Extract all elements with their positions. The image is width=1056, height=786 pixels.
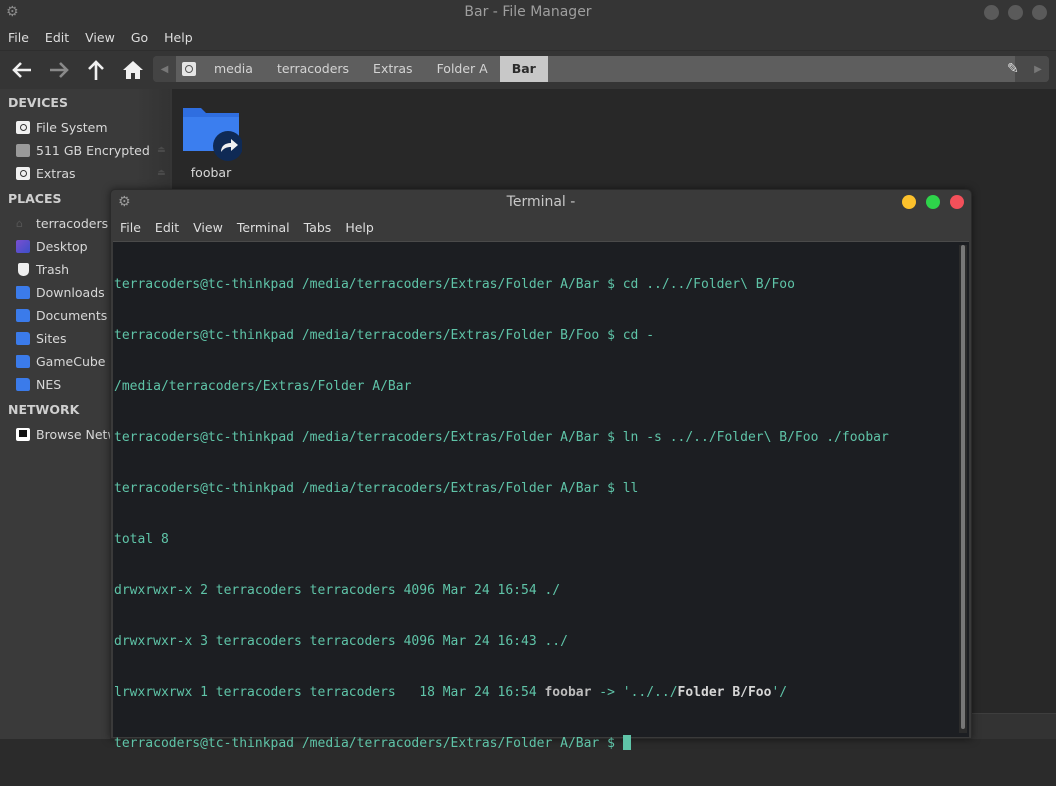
menu-view[interactable]: View: [193, 217, 223, 239]
file-item-foobar[interactable]: [182, 104, 243, 164]
terminal-line: terracoders@tc-thinkpad /media/terracode…: [114, 328, 655, 343]
sidebar-item-terracoders[interactable]: ⌂ terracoders: [16, 213, 108, 233]
terminal-menu-bar: File Edit View Terminal Tabs Help: [111, 217, 388, 239]
text-cursor: [622, 735, 631, 750]
terminal-title: Terminal -: [506, 194, 576, 210]
sidebar-item-extras[interactable]: Extras: [16, 163, 76, 183]
drive-icon: [16, 120, 30, 134]
maximize-button[interactable]: [926, 195, 940, 209]
usb-drive-icon: [16, 166, 30, 180]
terminal-line: terracoders@tc-thinkpad /media/terracode…: [114, 430, 889, 445]
prompt: terracoders@tc-thinkpad /media/terracode…: [114, 736, 623, 751]
forward-button[interactable]: [46, 57, 72, 83]
path-scroll-right-button[interactable]: ▶: [1027, 56, 1049, 82]
terminal-titlebar[interactable]: ⚙ Terminal -: [111, 190, 971, 216]
terminal-line: /media/terracoders/Extras/Folder A/Bar: [114, 379, 412, 394]
status-bar: [972, 713, 1056, 739]
terminal-output[interactable]: terracoders@tc-thinkpad /media/terracode…: [113, 241, 969, 751]
symlink-arrow: -> '../../: [591, 685, 678, 700]
crumb-extras[interactable]: Extras: [361, 56, 425, 82]
menu-go[interactable]: Go: [131, 27, 148, 49]
terminal-line: drwxrwxr-x 3 terracoders terracoders 409…: [114, 634, 568, 649]
close-button[interactable]: [1032, 5, 1047, 20]
path-bar: ◀ media terracoders Extras Folder A Bar …: [153, 56, 1049, 82]
network-icon: [16, 427, 30, 441]
terminal-window: ⚙ Terminal - File Edit View Terminal Tab…: [110, 189, 972, 751]
up-button[interactable]: [83, 57, 109, 83]
home-button[interactable]: [120, 57, 146, 83]
menu-edit[interactable]: Edit: [155, 217, 179, 239]
sidebar-item-file-system[interactable]: File System: [16, 117, 108, 137]
arrow-left-icon: [12, 62, 31, 78]
places-heading: PLACES: [8, 191, 62, 206]
trash-icon: [18, 262, 29, 276]
menu-help[interactable]: Help: [345, 217, 374, 239]
folder-icon: [16, 377, 30, 391]
symlink-target: Folder B/Foo: [677, 685, 772, 700]
terminal-line: terracoders@tc-thinkpad /media/terracode…: [114, 277, 795, 292]
terminal-line: drwxrwxr-x 2 terracoders terracoders 409…: [114, 583, 561, 598]
sidebar-item-sites[interactable]: Sites: [16, 328, 67, 348]
sidebar-item-trash[interactable]: Trash: [16, 259, 69, 279]
symlink-folder-icon: [183, 108, 243, 161]
crumb-terracoders[interactable]: terracoders: [265, 56, 361, 82]
terminal-line: total 8: [114, 532, 169, 547]
menu-help[interactable]: Help: [164, 27, 193, 49]
arrow-up-icon: [88, 60, 104, 80]
encrypted-drive-icon: [16, 143, 30, 157]
sidebar-item-desktop[interactable]: Desktop: [16, 236, 88, 256]
minimize-button[interactable]: [902, 195, 916, 209]
menu-bar: File Edit View Go Help: [0, 27, 1056, 49]
crumb-media[interactable]: media: [202, 56, 265, 82]
edit-path-pencil-icon[interactable]: ✎: [1007, 61, 1023, 77]
symlink-name: foobar: [544, 685, 592, 700]
documents-folder-icon: [16, 308, 30, 322]
root-drive-icon[interactable]: [182, 62, 196, 76]
menu-file[interactable]: File: [8, 27, 29, 49]
path-scroll-left-button[interactable]: ◀: [153, 56, 176, 82]
menu-edit[interactable]: Edit: [45, 27, 69, 49]
terminal-lines: terracoders@tc-thinkpad /media/terracode…: [114, 242, 889, 786]
breadcrumb: media terracoders Extras Folder A Bar: [176, 56, 1015, 82]
terminal-line-symlink: lrwxrwxrwx 1 terracoders terracoders 18 …: [114, 684, 889, 701]
close-button[interactable]: [950, 195, 964, 209]
symlink-suffix: '/: [771, 685, 788, 700]
menu-file[interactable]: File: [120, 217, 141, 239]
scrollbar-thumb[interactable]: [961, 245, 965, 729]
sidebar-item-downloads[interactable]: Downloads: [16, 282, 105, 302]
sidebar-item-documents[interactable]: Documents: [16, 305, 107, 325]
scrollbar[interactable]: [959, 245, 967, 733]
folder-icon: [16, 354, 30, 368]
maximize-button[interactable]: [1008, 5, 1023, 20]
network-heading: NETWORK: [8, 402, 80, 417]
file-manager-titlebar[interactable]: ⚙ Bar - File Manager: [0, 0, 1056, 26]
arrow-right-icon: [50, 62, 69, 78]
file-name-foobar[interactable]: foobar: [172, 165, 250, 180]
desktop-icon: [16, 239, 30, 253]
crumb-bar[interactable]: Bar: [499, 56, 548, 82]
devices-heading: DEVICES: [8, 95, 68, 110]
menu-tabs[interactable]: Tabs: [304, 217, 332, 239]
back-button[interactable]: [9, 57, 35, 83]
sidebar-item-nes[interactable]: NES: [16, 374, 61, 394]
sidebar-item-encrypted[interactable]: 511 GB Encrypted: [16, 140, 150, 160]
menu-view[interactable]: View: [85, 27, 115, 49]
folder-icon: [16, 331, 30, 345]
sidebar-item-gamecube[interactable]: GameCube: [16, 351, 106, 371]
symlink-prefix: lrwxrwxrwx 1 terracoders terracoders 18 …: [114, 685, 545, 700]
eject-icon[interactable]: ⏏: [157, 145, 166, 155]
downloads-folder-icon: [16, 285, 30, 299]
home-icon: [123, 61, 143, 79]
terminal-line: terracoders@tc-thinkpad /media/terracode…: [114, 481, 639, 496]
window-title: Bar - File Manager: [464, 4, 592, 20]
minimize-button[interactable]: [984, 5, 999, 20]
eject-icon[interactable]: ⏏: [157, 168, 166, 178]
crumb-folder-a[interactable]: Folder A: [425, 56, 500, 82]
home-icon: ⌂: [16, 216, 23, 230]
terminal-prompt-line: terracoders@tc-thinkpad /media/terracode…: [114, 735, 889, 752]
menu-terminal[interactable]: Terminal: [237, 217, 290, 239]
